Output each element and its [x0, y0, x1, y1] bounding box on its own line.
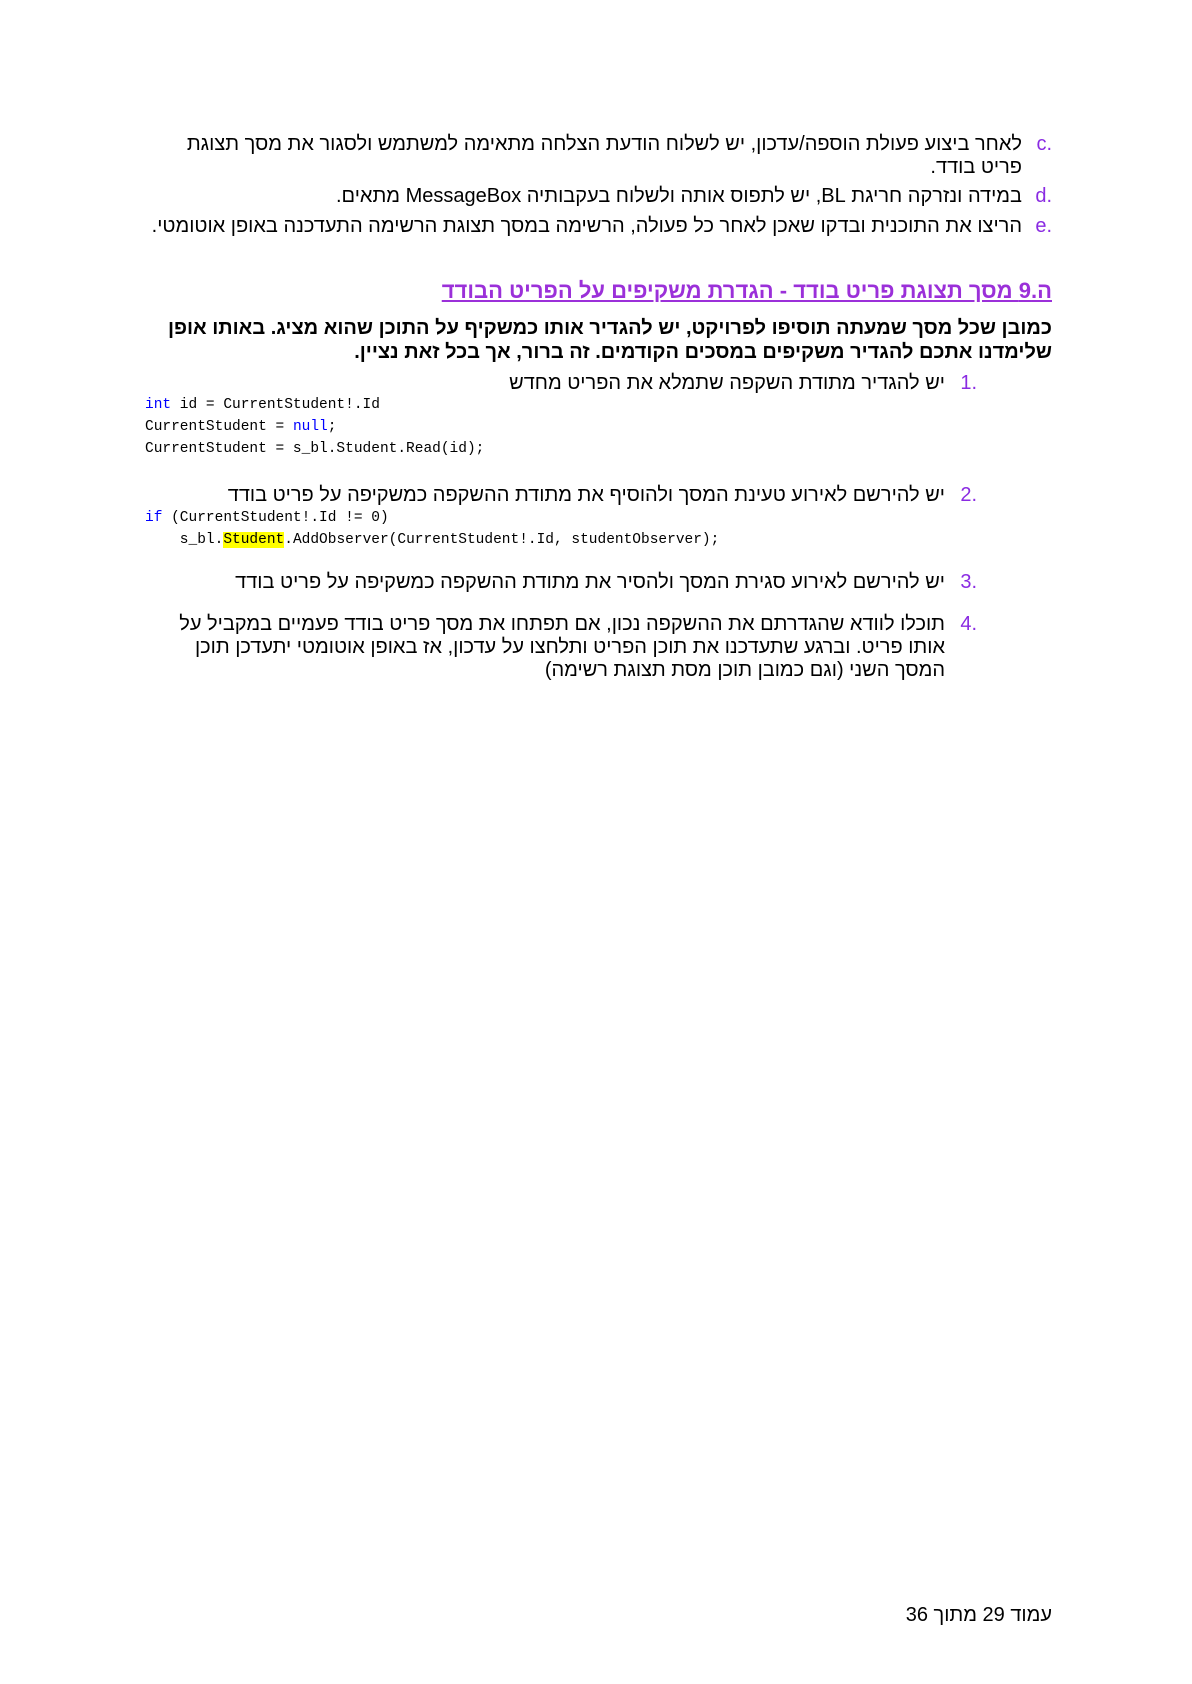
code-text: (CurrentStudent!.Id != 0): [162, 510, 389, 526]
step-4: .4 תוכלו לוודא שהגדרתם את ההשקפה נכון, א…: [147, 613, 977, 682]
step-text: יש להירשם לאירוע טעינת המסך ולהוסיף את מ…: [227, 484, 945, 506]
code-text: s_bl.: [145, 532, 224, 548]
list-item-e: .e הריצו את התוכנית ובדקו שאכן לאחר כל פ…: [142, 215, 1052, 238]
step-1: .1 יש להגדיר מתודת השקפה שתמלא את הפריט …: [147, 372, 977, 395]
page-footer: עמוד 29 מתוך 36: [905, 1604, 1052, 1626]
code-text: ;: [327, 419, 337, 435]
code-block-2: if (CurrentStudent!.Id != 0) s_bl.Studen…: [145, 507, 719, 551]
step-marker: .2: [960, 484, 977, 506]
list-item-d: .d במידה ונזרקה חריגת BL, יש לתפוס אותה …: [142, 185, 1052, 208]
step-text: יש להגדיר מתודת השקפה שתמלא את הפריט מחד…: [509, 372, 945, 394]
list-item-text: הריצו את התוכנית ובדקו שאכן לאחר כל פעול…: [151, 215, 1022, 237]
step-3: .3 יש להירשם לאירוע סגירת המסך ולהסיר את…: [147, 571, 977, 594]
code-block-1: int id = CurrentStudent!.Id CurrentStude…: [145, 394, 484, 460]
code-text: id = CurrentStudent!.Id: [171, 397, 380, 413]
section-heading: ה.9 מסך תצוגת פריט בודד - הגדרת משקיפים …: [441, 278, 1052, 303]
list-item-text: לאחר ביצוע פעולת הוספה/עדכון, יש לשלוח ה…: [186, 133, 1022, 178]
code-highlight: Student: [223, 532, 285, 548]
list-item-c: .c לאחר ביצוע פעולת הוספה/עדכון, יש לשלו…: [142, 133, 1052, 179]
code-text: CurrentStudent = s_bl.Student.Read(id);: [145, 441, 485, 457]
code-text: .AddObserver(CurrentStudent!.Id, student…: [284, 532, 720, 548]
code-keyword: null: [292, 419, 328, 435]
code-keyword: int: [145, 397, 172, 413]
step-marker: .1: [960, 372, 977, 394]
list-marker: .c: [1036, 133, 1052, 155]
step-text: יש להירשם לאירוע סגירת המסך ולהסיר את מת…: [235, 571, 945, 593]
list-item-text: במידה ונזרקה חריגת BL, יש לתפוס אותה ולש…: [336, 185, 1022, 207]
step-text: תוכלו לוודא שהגדרתם את ההשקפה נכון, אם ת…: [179, 613, 945, 681]
list-marker: .d: [1035, 185, 1052, 207]
code-keyword: if: [145, 510, 163, 526]
step-marker: .4: [960, 613, 977, 635]
step-2: .2 יש להירשם לאירוע טעינת המסך ולהוסיף א…: [147, 484, 977, 507]
step-marker: .3: [960, 571, 977, 593]
code-text: CurrentStudent =: [145, 419, 293, 435]
section-intro: כמובן שכל מסך שמעתה תוסיפו לפרויקט, יש ל…: [167, 317, 1052, 363]
list-marker: .e: [1035, 215, 1052, 237]
